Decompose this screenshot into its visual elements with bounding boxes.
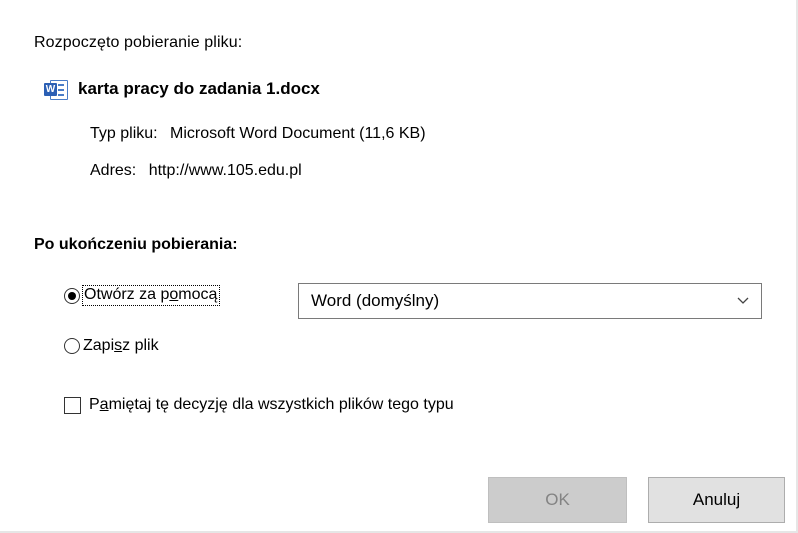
file-type-label: Typ pliku: bbox=[90, 125, 158, 142]
cancel-button[interactable]: Anuluj bbox=[648, 477, 785, 523]
file-type-row: Typ pliku: Microsoft Word Document (11,6… bbox=[90, 125, 426, 143]
file-address-label: Adres: bbox=[90, 162, 137, 179]
save-file-radio[interactable] bbox=[64, 338, 80, 354]
remember-decision-option[interactable]: Pamiętaj tę decyzję dla wszystkich plikó… bbox=[64, 396, 454, 414]
file-address-row: Adres: http://www.105.edu.pl bbox=[90, 162, 302, 180]
file-address-value: http://www.105.edu.pl bbox=[148, 162, 302, 179]
remember-decision-label[interactable]: Pamiętaj tę decyzję dla wszystkich plikó… bbox=[89, 396, 454, 414]
dialog-heading: Rozpoczęto pobieranie pliku: bbox=[34, 34, 243, 51]
file-type-value: Microsoft Word Document (11,6 KB) bbox=[170, 125, 426, 142]
open-with-label[interactable]: Otwórz za pomocą bbox=[81, 285, 221, 306]
ok-button[interactable]: OK bbox=[488, 477, 627, 523]
file-row: W karta pracy do zadania 1.docx bbox=[44, 78, 320, 100]
download-dialog: Rozpoczęto pobieranie pliku: W karta pra… bbox=[0, 0, 798, 533]
chevron-down-icon[interactable] bbox=[735, 292, 751, 308]
after-download-title: Po ukończeniu pobierania: bbox=[34, 236, 238, 253]
save-file-option[interactable]: Zapisz plik bbox=[64, 337, 159, 355]
save-file-label[interactable]: Zapisz plik bbox=[83, 337, 159, 355]
open-with-radio[interactable] bbox=[64, 287, 80, 304]
open-with-app-select[interactable]: Word (domyślny) bbox=[298, 283, 762, 319]
word-document-icon: W bbox=[44, 78, 68, 100]
file-name: karta pracy do zadania 1.docx bbox=[78, 79, 320, 98]
remember-decision-checkbox[interactable] bbox=[64, 396, 81, 414]
open-with-option[interactable]: Otwórz za pomocą bbox=[64, 285, 221, 306]
open-with-app-value: Word (domyślny) bbox=[311, 291, 440, 310]
